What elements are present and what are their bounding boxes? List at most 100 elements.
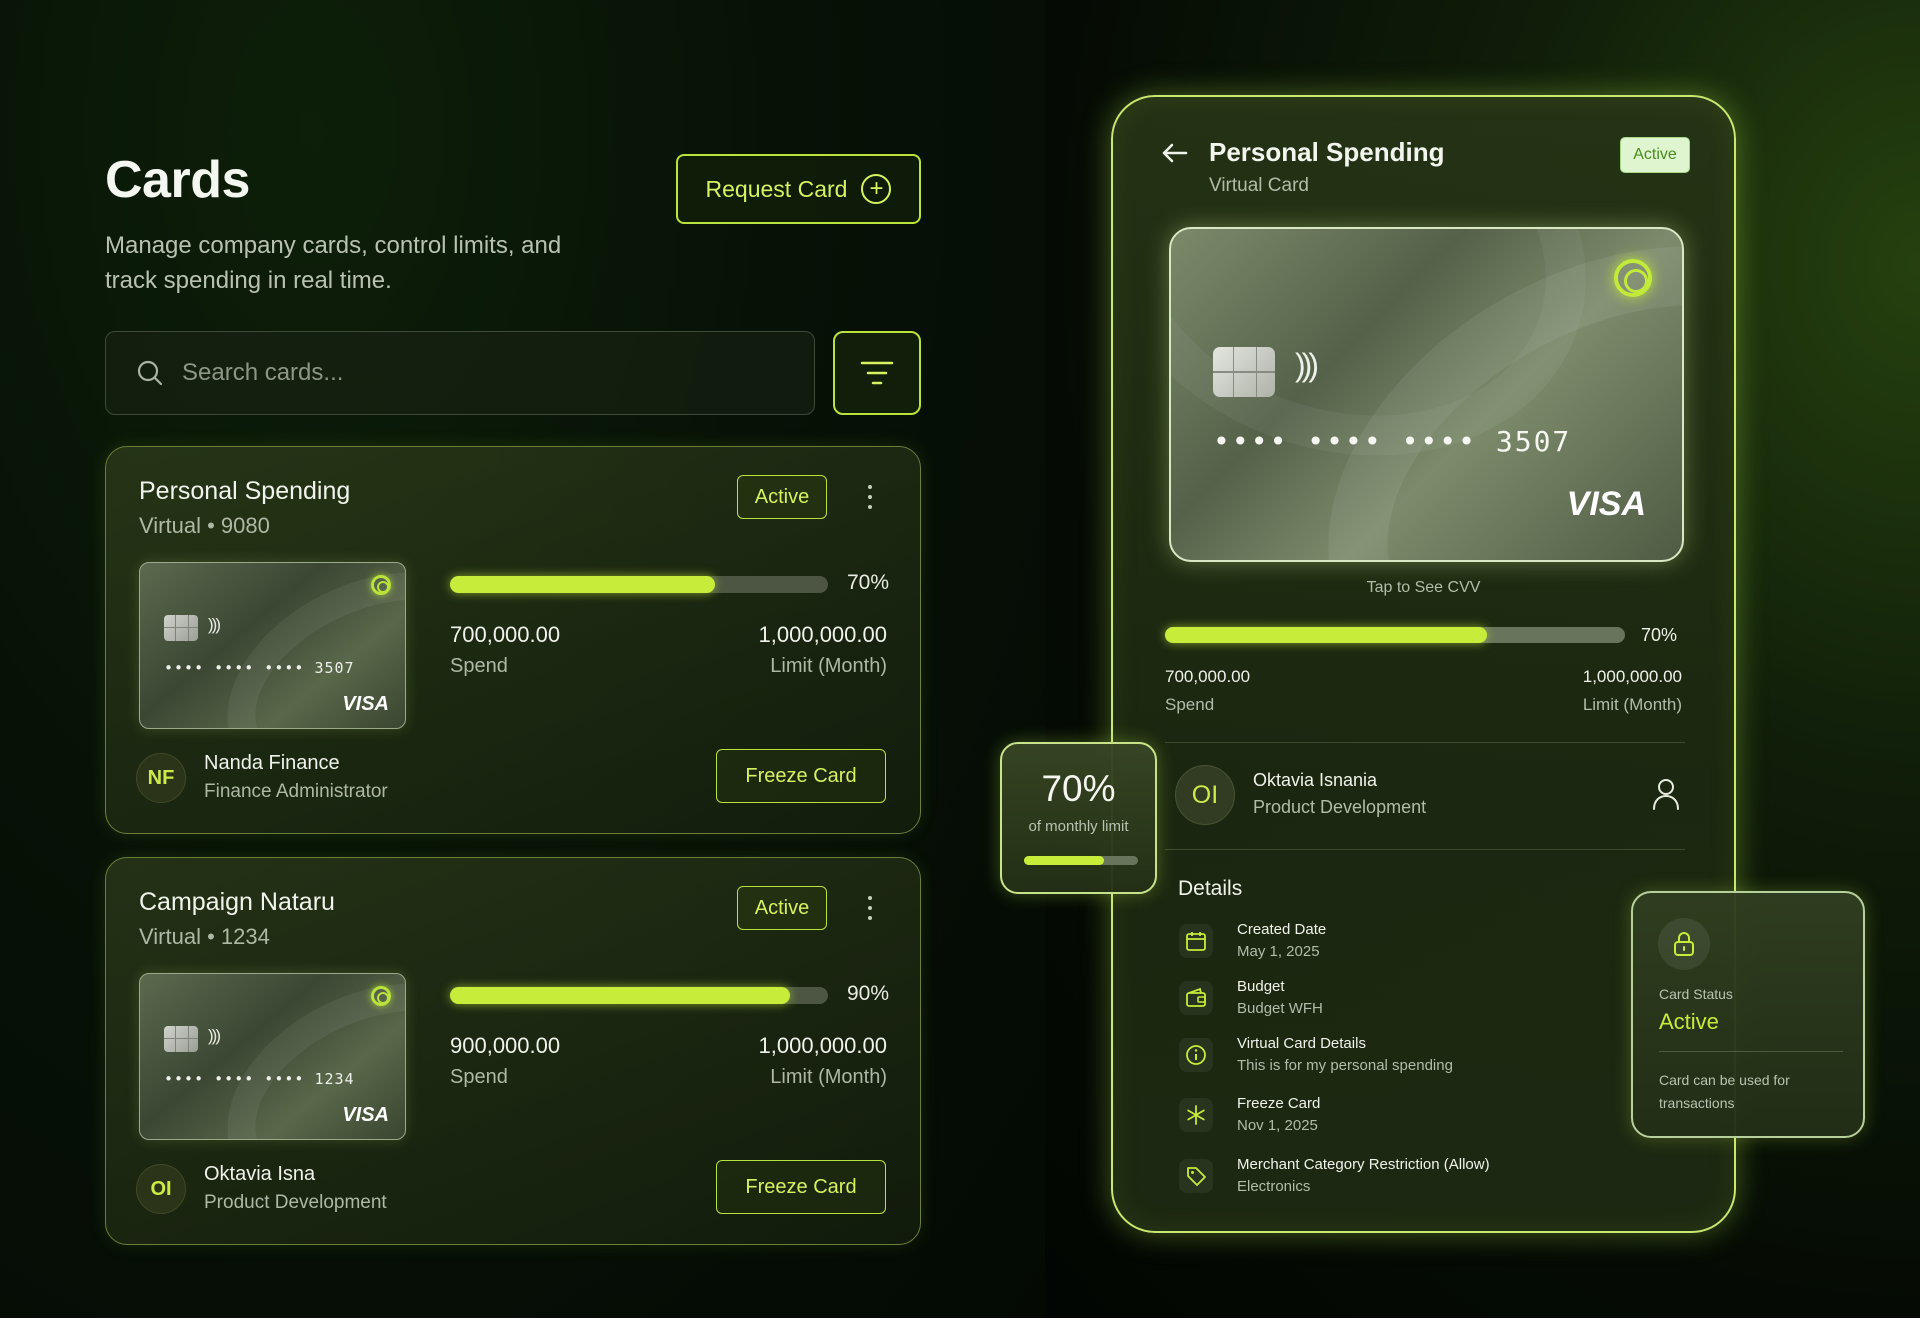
detail-value: Nov 1, 2025 bbox=[1237, 1117, 1318, 1134]
freeze-card-button[interactable]: Freeze Card bbox=[716, 749, 886, 803]
owner-role: Finance Administrator bbox=[204, 781, 388, 802]
status-badge: Active bbox=[737, 886, 827, 930]
card-status-label: Card Status bbox=[1659, 986, 1733, 1002]
spend-label: Spend bbox=[450, 655, 508, 677]
detail-subtitle: Virtual Card bbox=[1209, 175, 1309, 196]
card-status-widget: Card Status Active Card can be used for … bbox=[1631, 891, 1865, 1138]
monthly-limit-fill bbox=[1024, 856, 1104, 865]
monthly-limit-value: 70% bbox=[1041, 768, 1116, 809]
contactless-icon: ))) bbox=[1295, 347, 1319, 383]
calendar-icon bbox=[1179, 924, 1213, 958]
detail-row-budget: Budget Budget WFH bbox=[1179, 976, 1599, 1024]
spend-progress-fill bbox=[1165, 627, 1487, 643]
detail-row-created-date: Created Date May 1, 2025 bbox=[1179, 919, 1599, 967]
status-badge: Active bbox=[1620, 137, 1690, 173]
request-card-button[interactable]: Request Card + bbox=[676, 154, 921, 224]
limit-label: Limit (Month) bbox=[770, 1066, 887, 1088]
detail-value: This is for my personal spending bbox=[1237, 1057, 1453, 1074]
chip-icon bbox=[1213, 347, 1275, 397]
monthly-limit-label: of monthly limit bbox=[1028, 818, 1129, 835]
detail-label: Merchant Category Restriction (Allow) bbox=[1237, 1156, 1490, 1173]
detail-row-freeze-card: Freeze Card Nov 1, 2025 bbox=[1179, 1093, 1599, 1141]
back-arrow-icon[interactable] bbox=[1160, 138, 1190, 168]
card-item[interactable]: Campaign Nataru Virtual • 1234 Active ))… bbox=[105, 857, 921, 1245]
spend-amount: 900,000.00 bbox=[450, 1033, 561, 1058]
card-number: •••• •••• •••• 1234 bbox=[164, 1070, 355, 1088]
tag-icon bbox=[1179, 1159, 1213, 1193]
lock-icon bbox=[1658, 918, 1710, 970]
tap-to-see-cvv[interactable]: Tap to See CVV bbox=[1113, 579, 1734, 597]
avatar: OI bbox=[1175, 765, 1235, 825]
owner-name: Oktavia Isna bbox=[204, 1163, 316, 1185]
progress-percent: 70% bbox=[1641, 625, 1678, 645]
divider bbox=[1165, 849, 1685, 850]
search-icon bbox=[137, 360, 163, 386]
brand-ring-icon bbox=[1614, 259, 1652, 297]
card-visual[interactable]: ))) •••• •••• •••• 3507 VISA bbox=[1169, 227, 1684, 562]
owner-name: Nanda Finance bbox=[204, 752, 340, 774]
request-card-label: Request Card bbox=[705, 175, 848, 202]
spend-label: Spend bbox=[1165, 695, 1215, 714]
user-icon[interactable] bbox=[1651, 777, 1681, 811]
avatar: NF bbox=[136, 753, 186, 803]
detail-value: Electronics bbox=[1237, 1178, 1311, 1195]
detail-value: May 1, 2025 bbox=[1237, 943, 1320, 960]
card-number: •••• •••• •••• 3507 bbox=[164, 659, 355, 677]
card-status-note: Card can be used for transactions bbox=[1659, 1072, 1790, 1111]
card-item[interactable]: Personal Spending Virtual • 9080 Active … bbox=[105, 446, 921, 834]
spend-progress-bar bbox=[450, 576, 828, 593]
visa-logo: VISA bbox=[1566, 485, 1646, 523]
card-type-number: Virtual • 1234 bbox=[139, 924, 270, 949]
owner-role: Product Development bbox=[204, 1192, 387, 1213]
divider bbox=[1659, 1051, 1843, 1052]
owner-name: Oktavia Isnania bbox=[1253, 770, 1378, 790]
avatar: OI bbox=[136, 1164, 186, 1214]
divider bbox=[1165, 742, 1685, 743]
card-name: Campaign Nataru bbox=[139, 888, 335, 916]
contactless-icon: ))) bbox=[208, 615, 221, 634]
filter-button[interactable] bbox=[833, 331, 921, 415]
progress-percent: 70% bbox=[846, 571, 889, 594]
limit-label: Limit (Month) bbox=[1582, 695, 1682, 714]
search-input[interactable] bbox=[182, 359, 782, 387]
freeze-card-button[interactable]: Freeze Card bbox=[716, 1160, 886, 1214]
visa-logo: VISA bbox=[342, 1104, 389, 1126]
details-heading: Details bbox=[1178, 877, 1243, 900]
spend-progress-bar bbox=[450, 987, 828, 1004]
wallet-icon bbox=[1179, 981, 1213, 1015]
limit-amount: 1,000,000.00 bbox=[758, 622, 887, 647]
info-icon bbox=[1179, 1038, 1213, 1072]
brand-ring-icon bbox=[371, 986, 391, 1006]
brand-ring-icon bbox=[371, 575, 391, 595]
detail-label: Created Date bbox=[1237, 921, 1327, 938]
chip-icon bbox=[164, 1026, 198, 1052]
card-status-value: Active bbox=[1659, 1009, 1719, 1034]
search-box[interactable] bbox=[105, 331, 815, 415]
status-badge: Active bbox=[737, 475, 827, 519]
spend-progress-fill bbox=[450, 987, 791, 1004]
card-type-number: Virtual • 9080 bbox=[139, 513, 270, 538]
card-thumbnail[interactable]: ))) •••• •••• •••• 3507 VISA bbox=[139, 562, 406, 729]
plus-circle-icon: + bbox=[861, 174, 892, 204]
visa-logo: VISA bbox=[342, 693, 389, 715]
spend-amount: 700,000.00 bbox=[1165, 667, 1251, 686]
card-name: Personal Spending bbox=[139, 477, 351, 505]
progress-percent: 90% bbox=[846, 982, 889, 1005]
card-number: •••• •••• •••• 3507 bbox=[1213, 425, 1572, 458]
monthly-limit-widget: 70% of monthly limit bbox=[1000, 742, 1157, 894]
detail-label: Freeze Card bbox=[1237, 1095, 1321, 1112]
spend-progress-fill bbox=[450, 576, 715, 593]
page-subtitle: Manage company cards, control limits, an… bbox=[105, 232, 562, 294]
detail-title: Personal Spending bbox=[1209, 137, 1445, 167]
detail-label: Virtual Card Details bbox=[1237, 1035, 1366, 1052]
detail-row-merchant-restriction: Merchant Category Restriction (Allow) El… bbox=[1179, 1154, 1599, 1202]
detail-value: Budget WFH bbox=[1237, 1000, 1323, 1017]
owner-role: Product Development bbox=[1253, 797, 1427, 817]
spend-label: Spend bbox=[450, 1066, 508, 1088]
more-options-icon[interactable] bbox=[858, 477, 882, 517]
limit-amount: 1,000,000.00 bbox=[1582, 667, 1682, 686]
detail-row-virtual-card-details: Virtual Card Details This is for my pers… bbox=[1179, 1033, 1599, 1081]
spend-amount: 700,000.00 bbox=[450, 622, 561, 647]
more-options-icon[interactable] bbox=[858, 888, 882, 928]
card-thumbnail[interactable]: ))) •••• •••• •••• 1234 VISA bbox=[139, 973, 406, 1140]
